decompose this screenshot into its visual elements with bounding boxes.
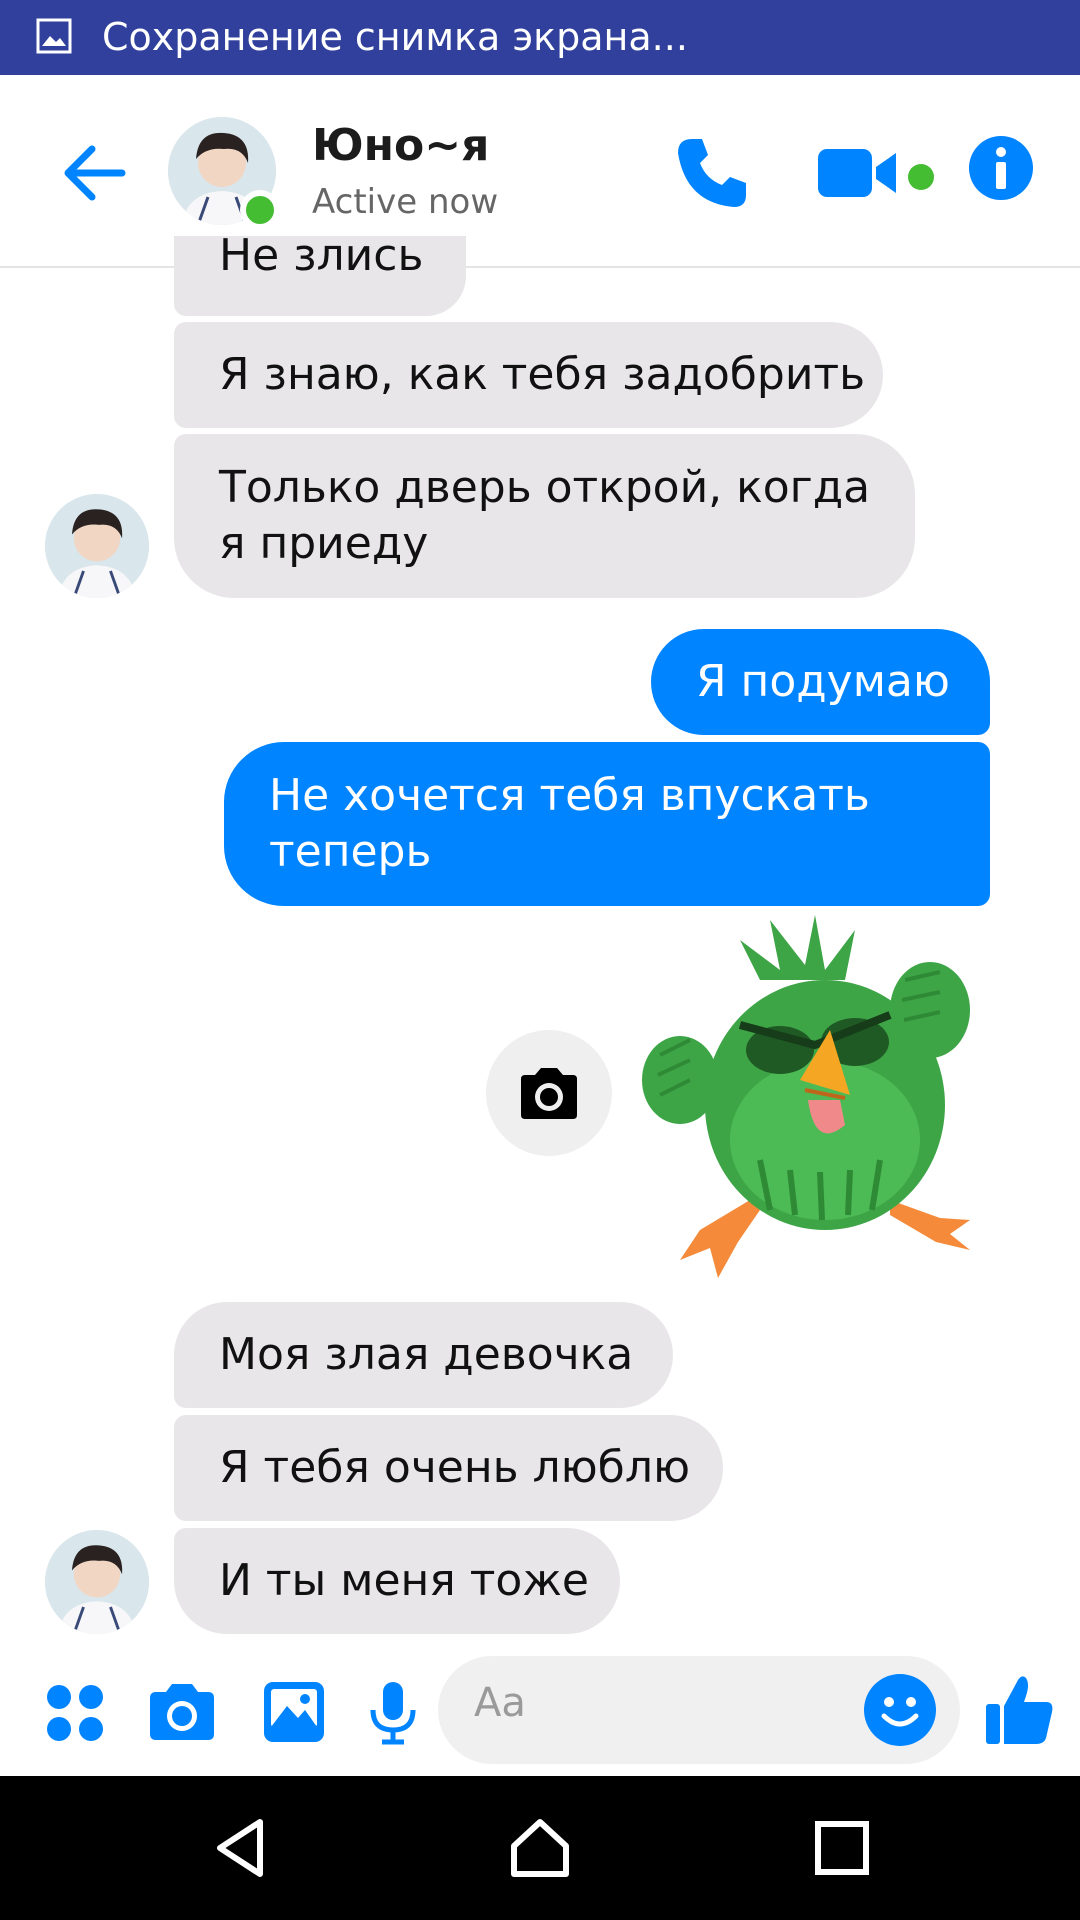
camera-quick-reply-button[interactable]	[486, 1030, 612, 1156]
nav-recents-icon[interactable]	[810, 1816, 874, 1880]
system-navigation-bar	[0, 1776, 1080, 1920]
message-text: теперь	[269, 826, 432, 877]
message-text: я приеду	[219, 518, 429, 569]
status-text: Сохранение снимка экрана...	[102, 15, 688, 59]
avatar	[45, 494, 149, 598]
avatar	[45, 1530, 149, 1634]
message-input-placeholder: Aa	[474, 1680, 526, 1726]
thumbs-up-icon[interactable]	[984, 1672, 1054, 1746]
emoji-icon[interactable]	[864, 1674, 936, 1746]
message-text: И ты меня тоже	[219, 1555, 590, 1606]
message-text: Я тебя очень люблю	[219, 1442, 690, 1493]
message-bubble[interactable]: Я тебя очень люблю	[174, 1415, 723, 1521]
message-bubble[interactable]: Я подумаю	[651, 629, 990, 735]
message-text: Моя злая девочка	[219, 1329, 634, 1380]
camera-icon[interactable]	[148, 1682, 216, 1742]
message-text: Только дверь открой, когда	[219, 462, 871, 513]
message-bubble[interactable]: Я знаю, как тебя задобрить	[174, 322, 883, 428]
message-bubble[interactable]: Не хочется тебя впускать теперь	[224, 742, 990, 906]
message-bubble[interactable]: Не злись	[174, 230, 466, 316]
message-bubble[interactable]: Только дверь открой, когда я приеду	[174, 434, 915, 598]
message-bubble[interactable]: И ты меня тоже	[174, 1528, 620, 1634]
conversation-header: Юно~я Active now	[0, 75, 1080, 268]
contact-avatar[interactable]	[168, 117, 280, 230]
nav-back-icon[interactable]	[210, 1816, 274, 1880]
message-bubble[interactable]: Моя злая девочка	[174, 1302, 673, 1408]
phone-icon[interactable]	[672, 133, 752, 213]
sender-avatar[interactable]	[45, 1530, 149, 1634]
message-text: Не хочется тебя впускать	[269, 770, 870, 821]
picture-icon	[36, 18, 72, 54]
microphone-icon[interactable]	[368, 1680, 418, 1746]
info-icon[interactable]	[968, 135, 1034, 201]
online-status-dot	[240, 190, 280, 230]
apps-icon[interactable]	[46, 1684, 104, 1742]
status-bar: Сохранение снимка экрана...	[0, 0, 1080, 75]
back-arrow-icon[interactable]	[56, 135, 132, 211]
video-camera-icon[interactable]	[816, 143, 906, 203]
camera-icon	[521, 1068, 577, 1119]
nav-home-icon[interactable]	[508, 1816, 572, 1880]
messenger-screen: Сохранение снимка экрана... Юно~я Active…	[0, 0, 1080, 1920]
contact-active-status: Active now	[312, 182, 499, 222]
contact-name[interactable]: Юно~я	[312, 120, 489, 171]
angry-bird-sticker[interactable]	[640, 910, 990, 1280]
message-text: Не злись	[219, 230, 424, 281]
sender-avatar[interactable]	[45, 494, 149, 598]
message-text: Я подумаю	[696, 656, 950, 707]
message-text: Я знаю, как тебя задобрить	[219, 349, 866, 400]
gallery-icon[interactable]	[262, 1680, 326, 1744]
video-active-dot	[908, 164, 934, 190]
